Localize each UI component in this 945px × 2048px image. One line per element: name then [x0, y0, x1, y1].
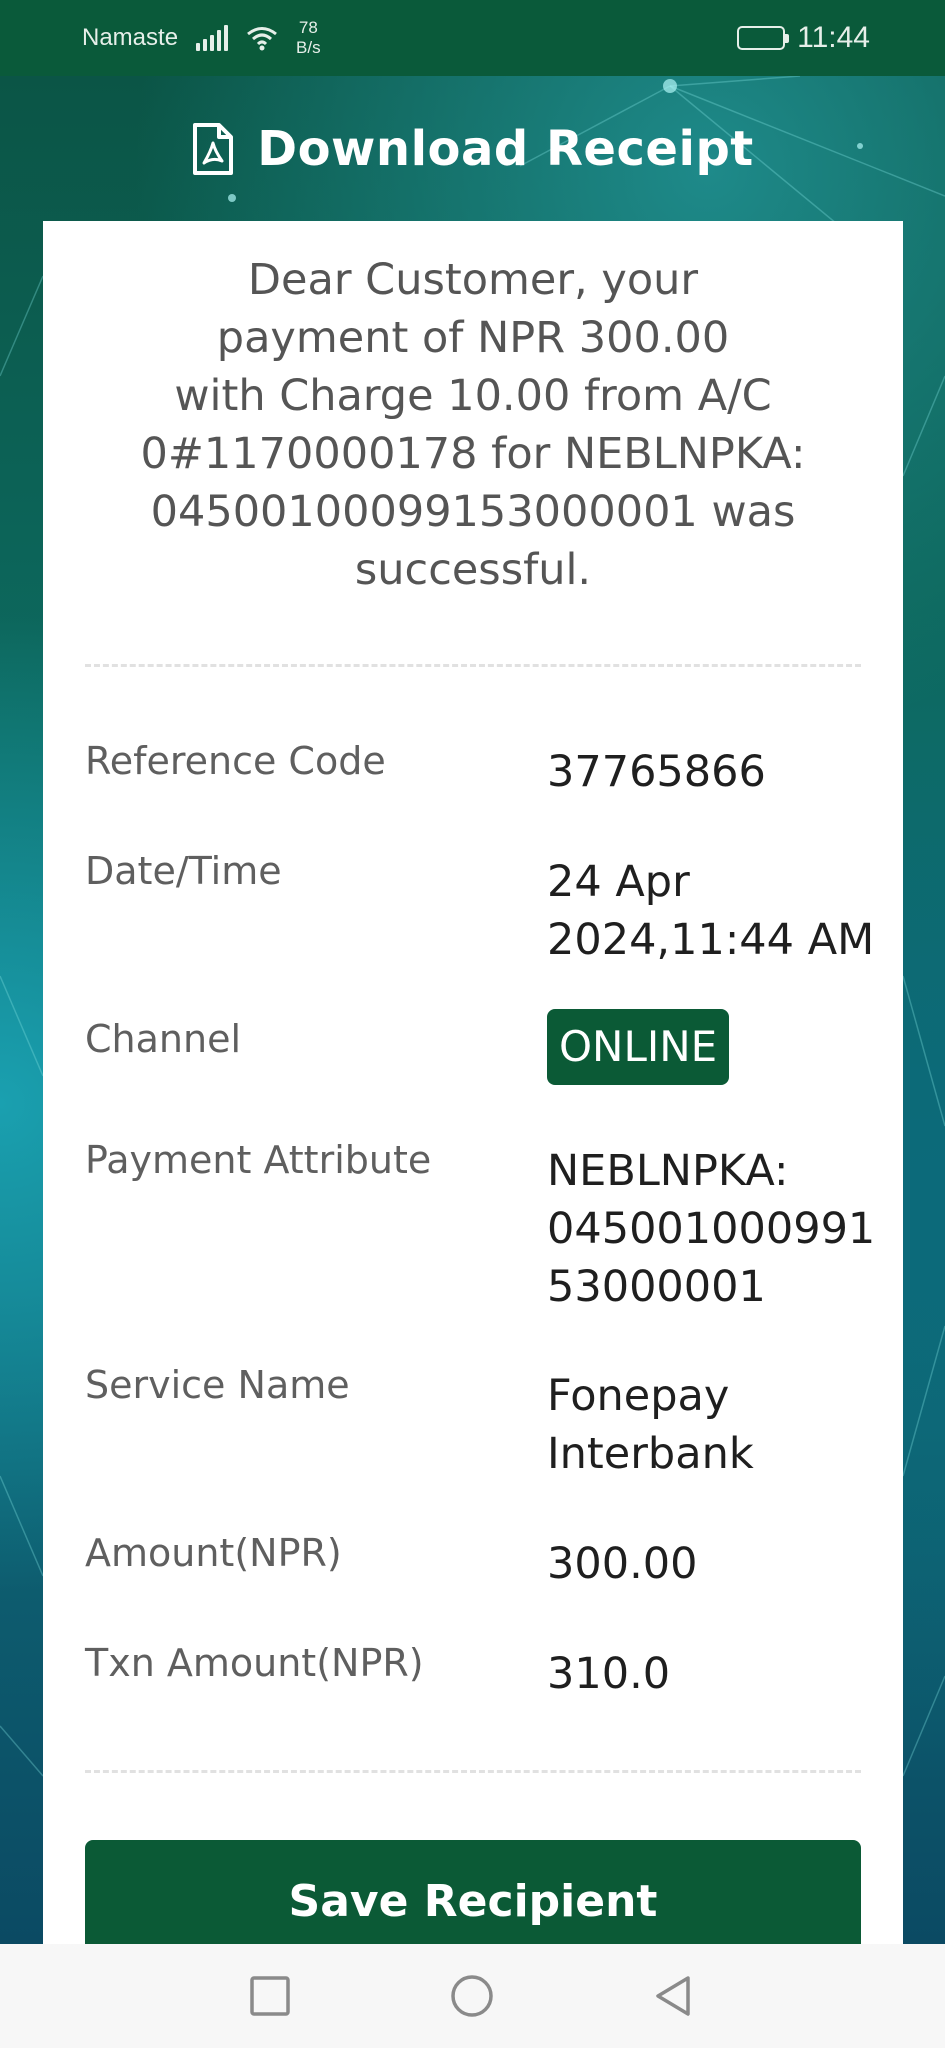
- detail-label: Service Name: [85, 1363, 350, 1407]
- signal-strength-icon: [196, 25, 229, 51]
- channel-badge: ONLINE: [547, 1009, 730, 1085]
- carrier-name: Namaste: [82, 24, 179, 51]
- page-header: Download Receipt: [0, 76, 945, 221]
- message-line: payment of NPR 300.00: [216, 313, 730, 363]
- circle-icon[interactable]: [448, 1972, 496, 2020]
- detail-value: NEBLNPKA: 045001000991 53000001: [547, 1142, 892, 1316]
- divider: [85, 664, 861, 667]
- page-title: Download Receipt: [257, 120, 754, 177]
- detail-label: Txn Amount(NPR): [85, 1641, 424, 1685]
- network-speed-value: 78: [298, 18, 318, 37]
- detail-value-line: Fonepay: [547, 1371, 730, 1421]
- message-line: 045001000991530000​01 was: [150, 487, 796, 537]
- detail-value-line: 53000001: [547, 1262, 766, 1312]
- detail-value: 37765866: [547, 747, 766, 797]
- status-time: 11:44: [797, 21, 870, 54]
- message-line: successful.: [354, 545, 592, 595]
- detail-value-line: 2024,11:44 AM: [547, 915, 875, 965]
- detail-label: Amount(NPR): [85, 1531, 342, 1575]
- detail-value-line: 24 Apr: [547, 857, 690, 907]
- save-recipient-button[interactable]: Save Recipient: [85, 1840, 861, 1960]
- detail-label: Date/Time: [85, 849, 282, 893]
- detail-value: ONLINE: [547, 1009, 892, 1085]
- system-navigation-bar: [0, 1944, 945, 2048]
- receipt-card: Dear Customer, your payment of NPR 300.0…: [43, 221, 903, 1960]
- battery-icon: [737, 26, 790, 50]
- detail-value-line: Interbank: [547, 1429, 754, 1479]
- detail-label: Channel: [85, 1017, 242, 1061]
- network-speed-unit: B/s: [296, 38, 321, 57]
- divider: [85, 1770, 861, 1773]
- status-bar: Namaste 78 B/s 11:44: [0, 0, 945, 76]
- message-line: Dear Customer, your: [247, 255, 699, 305]
- detail-value-line: 045001000991: [547, 1204, 876, 1254]
- detail-value: 310.0: [547, 1649, 671, 1699]
- detail-value: 300.00: [547, 1539, 698, 1589]
- detail-value: Fonepay Interbank: [547, 1367, 892, 1483]
- detail-value-line: NEBLNPKA:: [547, 1146, 789, 1196]
- triangle-back-icon[interactable]: [650, 1972, 698, 2020]
- detail-label: Reference Code: [85, 739, 386, 783]
- square-icon[interactable]: [246, 1972, 294, 2020]
- network-speed: 78 B/s: [296, 18, 321, 58]
- detail-label: Payment Attribute: [85, 1138, 432, 1182]
- pdf-file-icon: [193, 122, 234, 175]
- message-line: with Charge 10.00 from A/C: [174, 371, 772, 421]
- wifi-icon: [247, 27, 277, 51]
- receipt-message: Dear Customer, your payment of NPR 300.0…: [103, 251, 843, 599]
- detail-value: 24 Apr 2024,11:44 AM: [547, 853, 892, 969]
- message-line: 0#1170000178 for NEBLNPKA:: [140, 429, 806, 479]
